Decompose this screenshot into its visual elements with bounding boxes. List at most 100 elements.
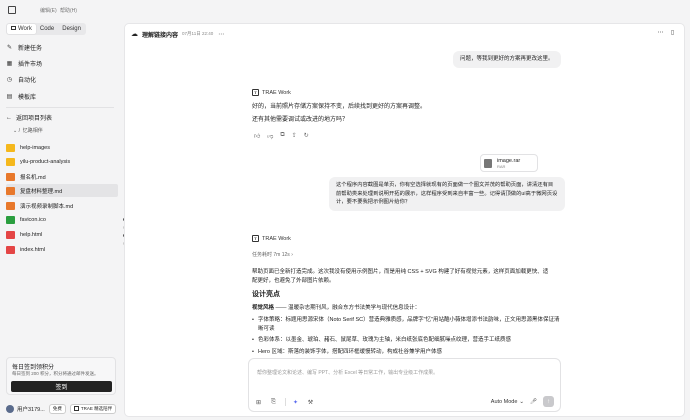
sign-in-card: 每日签到领积分 每日签到 200 积分，积分将通过邮件发送。 签到 [6, 357, 116, 395]
attachment-info: image.rar RAR [497, 158, 520, 169]
divider [285, 398, 286, 406]
user-name[interactable]: 用户3179... [17, 405, 45, 413]
bot-message-text: 好的，当前照片存储方案保持不变，后续找到更好的方案再调整。 [252, 104, 427, 110]
share-icon[interactable]: ⋯ [657, 30, 664, 37]
tab-work[interactable]: Work [7, 24, 36, 34]
bot-name: TRAE Work [262, 235, 291, 242]
refresh-icon[interactable]: ↻ [304, 132, 309, 140]
bot-label: T TRAE Work [252, 89, 291, 96]
attachment-card[interactable]: image.rar RAR [480, 154, 538, 172]
thumbs-up-icon[interactable]: 👍︎ [254, 132, 260, 140]
file-item[interactable]: index.html [6, 243, 118, 256]
mic-icon[interactable]: 🎤︎ [530, 399, 537, 405]
sign-in-button[interactable]: 签到 [11, 381, 112, 392]
bot-message-text: 帮助页面已全新打造完成。这次我没有使用示例图片，而是用纯 CSS + SVG 构… [252, 269, 549, 284]
trae-logo-icon: T [252, 235, 259, 242]
tab-design[interactable]: Design [58, 24, 85, 34]
trae-button[interactable]: TRAE 精选陪伴 [69, 403, 117, 414]
file-name: yilu-product-analysis [20, 158, 71, 165]
nav-label: 插件市场 [18, 62, 43, 68]
thumbs-down-icon[interactable]: 👎︎ [267, 132, 273, 140]
chat-panel: ☁ 理解链接内容 07月11日 22:40 ⋯ ⋯ ▯ 问题，等我到更好的方案再… [124, 23, 685, 417]
nav-label: 模板库 [18, 95, 37, 101]
markdown-file-icon [6, 201, 15, 210]
store-icon: ▦ [6, 61, 13, 67]
tools-icon[interactable]: ⚒ [307, 399, 314, 406]
nav-plugin-market[interactable]: ▦ 插件市场 [6, 57, 116, 70]
avatar[interactable] [6, 404, 14, 413]
send-button[interactable]: ↑ [543, 396, 554, 407]
sign-card-title: 每日签到领积分 [12, 365, 55, 371]
trae-button-label: TRAE 精选陪伴 [80, 405, 113, 411]
app-window: 编辑(E) 帮助(H) Work Code Design ✎ 新建任务 ▦ 插件市场… [0, 0, 690, 420]
nav-templates[interactable]: ▤ 模板库 [6, 90, 116, 103]
file-item[interactable]: help-images [6, 141, 118, 154]
menu-help[interactable]: 帮助(H) [60, 7, 77, 14]
file-name: 报名机.md [20, 174, 46, 181]
sign-card-subtitle: 每日签到 200 积分，积分将通过邮件发送。 [12, 371, 99, 376]
file-name: help-images [20, 144, 50, 151]
tab-code[interactable]: Code [36, 24, 58, 34]
add-icon[interactable]: ⊞ [255, 399, 262, 406]
bot-name: TRAE Work [262, 89, 291, 96]
file-item[interactable]: help.html [6, 228, 118, 241]
trae-logo-icon: T [252, 89, 259, 96]
file-name: help.html [20, 231, 43, 238]
file-item[interactable]: yilu-product-analysis [6, 155, 118, 168]
file-name: favicon.ico [20, 216, 46, 223]
input-right-controls: Auto Mode ⌄ 🎤︎ ↑ [491, 396, 554, 407]
menu-edit[interactable]: 编辑(E) [40, 7, 57, 14]
chevron-down-icon[interactable]: ⌄ [519, 399, 524, 405]
more-icon[interactable]: ⋯ [218, 31, 224, 38]
skills-icon[interactable]: ✦ [292, 399, 299, 406]
archive-file-icon [484, 158, 492, 168]
divider [6, 107, 114, 108]
task-duration[interactable]: 任务耗时 7m 12s › [252, 251, 293, 258]
project-name: 忆路相伴 [22, 128, 43, 134]
share-icon[interactable]: ⇪ [292, 132, 297, 140]
file-item-active[interactable]: 复盘材料整理.md [6, 184, 118, 197]
attach-icon[interactable]: ⎘ [270, 399, 277, 406]
markdown-file-icon [6, 186, 15, 195]
section-title: 设计亮点 [252, 291, 280, 298]
file-item[interactable]: favicon.ico [6, 213, 118, 226]
file-name: 复盘材料整理.md [20, 188, 63, 195]
file-name: 演示视频录制脚本.md [20, 203, 74, 210]
template-icon: ▤ [6, 94, 13, 100]
markdown-file-icon [6, 172, 15, 181]
back-to-projects[interactable]: ← 返回项目列表 [6, 113, 52, 123]
html-file-icon [6, 230, 15, 239]
breadcrumb[interactable]: ⌄ / 忆路相伴 [13, 127, 43, 134]
user-message: 问题，等我到更好的方案再更改这里。 [453, 51, 561, 68]
style-label: 视觉风格 [252, 305, 275, 311]
nav-automation[interactable]: ◷ 自动化 [6, 73, 116, 86]
title-bar: 编辑(E) 帮助(H) [0, 0, 120, 20]
copy-icon[interactable]: ⧉ [280, 132, 284, 140]
attachment-type: RAR [497, 163, 506, 169]
image-file-icon [6, 215, 15, 224]
file-item[interactable]: 报名机.md [6, 170, 118, 183]
nav-label: 自动化 [18, 78, 37, 84]
folder-open-icon: ⌄ / [13, 128, 20, 134]
bullet-item: 色彩体系：以墨金、琥珀、赭石、鼠尾草、玫瑰为主轴，米白纸张底色配细腻噪点纹理，营… [252, 336, 564, 345]
file-name: index.html [20, 246, 46, 253]
chat-input[interactable]: 帮你整理论文和论述、编写 PPT、分析 Excel 等日常工作，输出专业级工作成… [257, 369, 438, 376]
duration-text: 任务耗时 7m 12s [252, 252, 290, 258]
user-message: 这个程序内容截图是单页，你有空选择就现有的页面做一个图文并茂的帮助页面，讲清还有… [329, 177, 565, 211]
sidebar-toggle-icon[interactable] [8, 6, 16, 14]
chat-input-box[interactable]: 帮你整理论文和论述、编写 PPT、分析 Excel 等日常工作，输出专业级工作成… [248, 358, 561, 412]
folder-icon [6, 143, 15, 152]
sidebar: 编辑(E) 帮助(H) Work Code Design ✎ 新建任务 ▦ 插件市场… [0, 0, 120, 420]
panel-icon[interactable]: ▯ [669, 30, 676, 37]
chat-title: 理解链接内容 [142, 32, 179, 39]
edit-icon: ✎ [6, 45, 13, 51]
trae-logo-icon [73, 406, 79, 411]
mode-select[interactable]: Auto Mode [491, 399, 518, 405]
file-item[interactable]: 演示视频录制脚本.md [6, 199, 118, 212]
nav-label: 新建任务 [18, 46, 43, 52]
nav-new-task[interactable]: ✎ 新建任务 [6, 41, 116, 54]
chevron-right-icon: › [291, 252, 293, 258]
plan-badge[interactable]: 免费 [48, 403, 66, 414]
work-icon [11, 26, 16, 31]
message-actions: 👍︎ 👎︎ ⧉ ⇪ ↻ [254, 132, 316, 140]
